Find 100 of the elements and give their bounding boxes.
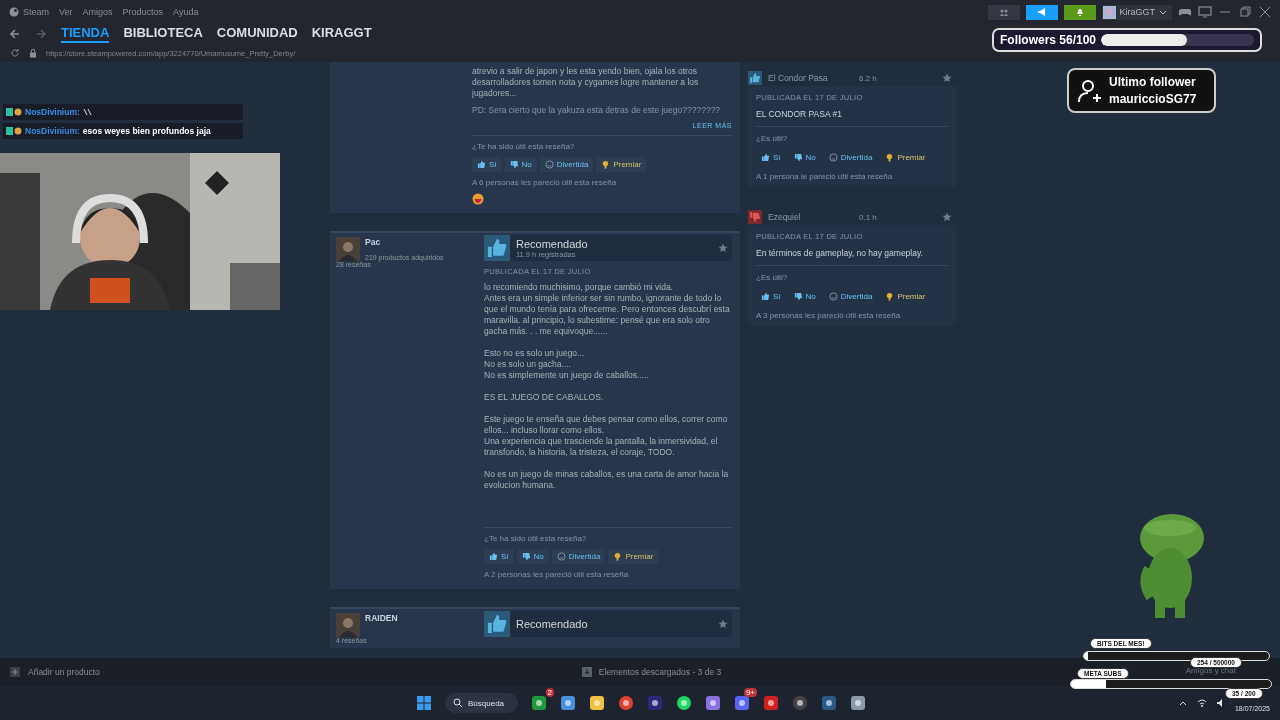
funny-button[interactable]: Divertida [539,157,594,172]
reviewer-name[interactable]: El Condor Pasa [768,73,853,83]
yes-button[interactable]: Sí [472,157,502,172]
start-icon[interactable] [416,695,432,711]
thumbs-down-icon [793,153,803,162]
restore-icon[interactable] [1238,6,1252,18]
app-icon[interactable] [589,695,606,711]
verdict-label: Recomendado [516,618,588,630]
review-text: atrevio a salir de japon y les esta yendo bien, ojala los otros desarrolladores tomen nota y cygames logre mantener a los jugadores... [472,66,700,99]
app-icon[interactable] [531,695,548,711]
award-button[interactable]: Premiar [880,289,931,304]
chat-text: esos weyes bien profundos jaja [82,126,211,136]
badges-icon [6,108,22,116]
reviewer-name[interactable]: Pac [365,237,476,251]
avatar-icon[interactable] [336,613,360,637]
app-icon[interactable] [763,695,780,711]
controller-icon[interactable] [1178,6,1192,18]
no-button[interactable]: No [788,150,821,165]
menu-item[interactable]: Ayuda [173,7,199,17]
nav-tab[interactable]: COMUNIDAD [216,25,298,43]
avatar-icon[interactable] [336,237,360,261]
announcements-button[interactable] [1026,4,1059,20]
lock-icon [28,48,38,58]
no-button[interactable]: No [516,549,549,564]
star-icon[interactable] [718,619,728,629]
yes-button[interactable]: Sí [756,150,786,165]
no-button[interactable]: No [788,289,821,304]
downloads-button[interactable]: Elementos descargados - 3 de 3 [575,666,728,678]
app-icon[interactable] [821,695,838,711]
settings-icon[interactable] [850,695,867,711]
add-product-button[interactable]: Añadir un producto [0,666,106,678]
helpful-question: ¿Te ha sido útil esta reseña? [484,534,588,543]
yes-button[interactable]: Sí [484,549,514,564]
notifications-button[interactable] [1064,4,1097,20]
helpful-question: ¿Te ha sido útil esta reseña? [472,142,576,151]
user-plus-icon [1077,77,1103,104]
app-icon[interactable] [618,695,635,711]
chat-username: NosDivinium: [25,107,80,117]
menu-item[interactable]: Productos [122,7,164,17]
hours-played: 0.1 h [859,212,877,222]
steam-logo-icon [9,7,19,17]
wifi-icon[interactable] [1196,698,1207,708]
thumbs-down-icon [521,552,531,561]
helpful-question: ¿Es útil? [756,273,789,282]
review-text: No es un juego de minas caballos, es una carta de amor hacia la evolucion humana. [484,469,730,491]
app-icon[interactable] [676,695,693,711]
award-button[interactable]: Premiar [880,150,931,165]
review-text: En términos de gameplay, no hay gameplay. [756,248,924,258]
smiley-icon [828,292,838,301]
nav-tab[interactable]: BIBLIOTECA [123,25,203,43]
star-icon[interactable] [942,73,952,83]
app-icon[interactable] [705,695,722,711]
nav-tab[interactable]: TIENDA [61,25,110,43]
friends-button[interactable] [988,4,1021,20]
thumbs-up-icon [761,292,770,301]
bell-icon [1075,7,1086,17]
reload-icon[interactable] [10,48,20,58]
chat-username: NosDivinium: [25,126,80,136]
smiley-icon [544,160,554,169]
funny-button[interactable]: Divertida [823,289,878,304]
award-icon [613,552,623,561]
follower-title: Ultimo follower [1109,73,1197,91]
menu-item[interactable]: Ver [59,7,73,17]
nav-tab[interactable]: KIRAGGT [311,25,372,43]
funny-button[interactable]: Divertida [551,549,606,564]
search-field[interactable]: Búsqueda [445,693,519,713]
star-icon[interactable] [942,212,952,222]
review-text: ES EL JUEGO DE CABALLOS. [484,392,605,403]
search-icon [453,698,463,708]
no-button[interactable]: No [504,157,537,172]
account-menu[interactable]: KiraGGT [1102,4,1172,20]
app-icon[interactable] [647,695,664,711]
smiley-icon [556,552,566,561]
hours-played: 6.2 h [859,73,877,83]
app-icon[interactable] [560,695,577,711]
back-arrow-icon[interactable] [9,28,21,40]
thumbs-up-icon [489,552,498,561]
helpful-count: A 3 personas les pareció útil esta reseña [756,311,902,320]
yes-button[interactable]: Sí [756,289,786,304]
helpful-question: ¿Es útil? [756,134,789,143]
monitor-icon[interactable] [1198,6,1212,18]
funny-button[interactable]: Divertida [823,150,878,165]
plus-icon [10,667,20,677]
close-icon[interactable] [1258,6,1272,18]
avatar-icon [1103,5,1117,19]
reviewer-name[interactable]: RAIDEN [365,613,476,630]
star-icon[interactable] [718,243,728,253]
thumbs-up-icon [761,153,770,162]
app-icon[interactable] [792,695,809,711]
reviewer-name[interactable]: Ezequiel [768,212,853,222]
menu-item[interactable]: Steam [9,7,49,17]
award-button[interactable]: Premiar [608,549,659,564]
notification-badge: 9+ [743,688,758,697]
menu-item[interactable]: Amigos [82,7,113,17]
award-button[interactable]: Premiar [596,157,647,172]
app-icon[interactable] [734,695,751,711]
review-text: EL CONDOR PASA #1 [756,109,843,119]
badges-icon [6,127,22,135]
helpful-count: A 2 personas les pareció útil esta reseña [484,570,630,579]
review-text: Esto no es solo un juego... No es solo un gacha.... No es simplemente un juego de caballos..... [484,348,650,381]
